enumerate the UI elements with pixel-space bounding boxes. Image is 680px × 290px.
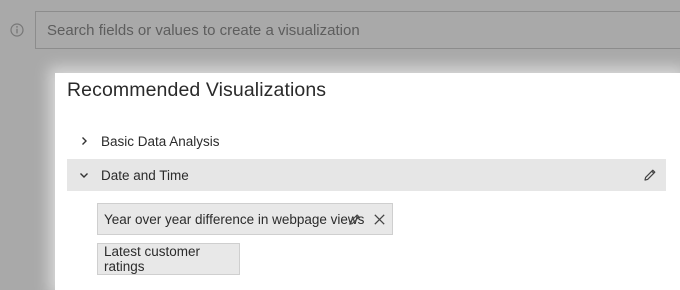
visualization-item-label: Latest customer ratings <box>104 244 201 274</box>
chevron-down-icon <box>80 173 88 178</box>
group-basic-data-analysis[interactable]: Basic Data Analysis <box>67 125 666 157</box>
pencil-icon[interactable] <box>642 167 658 183</box>
recommended-visualizations-panel: Recommended Visualizations Basic Data An… <box>55 73 680 290</box>
visualization-item[interactable]: Latest customer ratings <box>97 243 240 275</box>
chevron-right-icon <box>82 137 87 145</box>
group-label: Date and Time <box>101 167 189 183</box>
visualization-item[interactable]: Year over year difference in webpage vie… <box>97 203 393 235</box>
visualization-item-label: Year over year difference in webpage vie… <box>104 211 365 227</box>
close-icon[interactable] <box>372 212 387 227</box>
group-label: Basic Data Analysis <box>101 133 220 149</box>
group-date-and-time[interactable]: Date and Time <box>67 159 666 191</box>
pencil-icon[interactable] <box>347 212 362 227</box>
info-icon <box>10 23 24 37</box>
panel-title: Recommended Visualizations <box>67 79 327 101</box>
search-input[interactable] <box>47 21 669 39</box>
search-field[interactable] <box>35 11 680 49</box>
